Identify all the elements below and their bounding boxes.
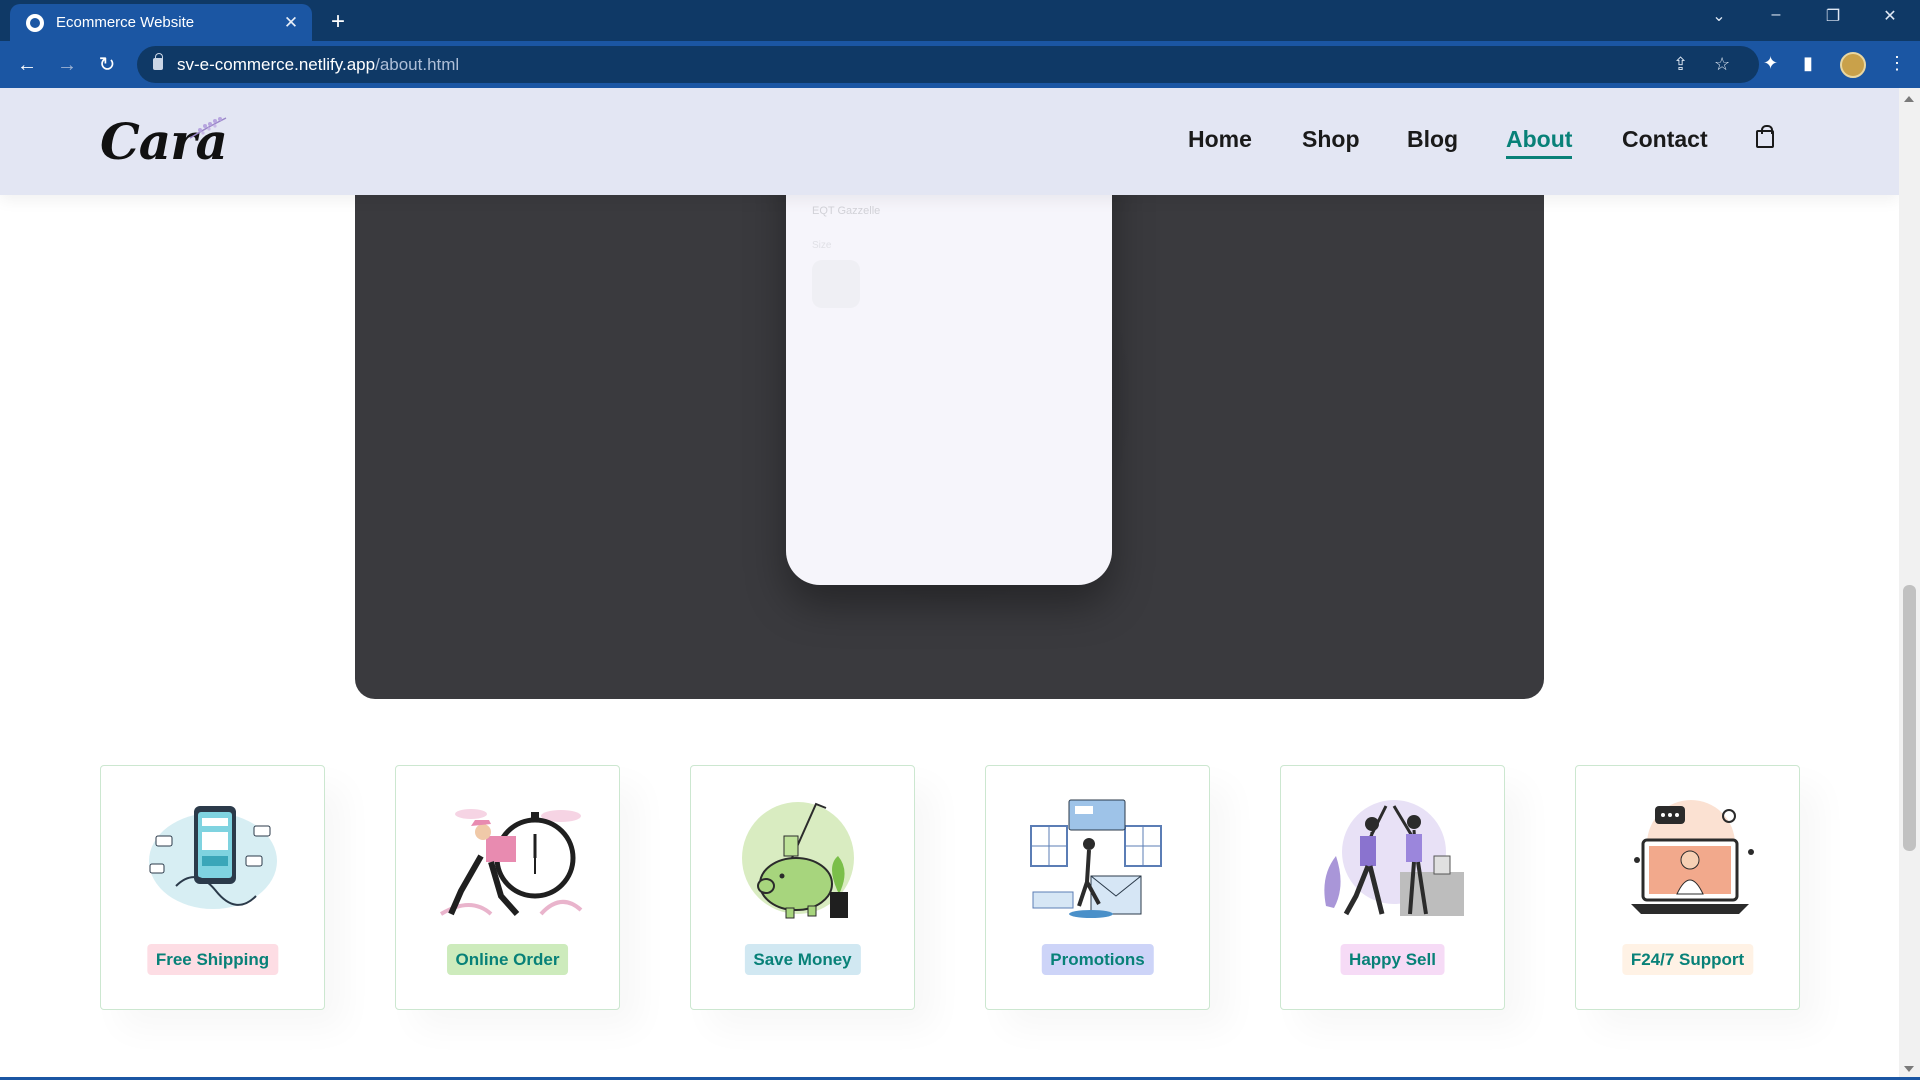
shipping-phone-illustration [149,806,277,909]
address-bar[interactable]: sv-e-commerce.netlify.app/about.html ⇪ ☆ [137,46,1759,83]
forward-button[interactable]: → [53,51,81,79]
scroll-down-arrow-icon[interactable] [1904,1066,1914,1072]
feature-label: Online Order [446,944,569,975]
close-tab-icon[interactable]: ✕ [278,13,304,33]
minimize-button[interactable]: – [1756,6,1796,24]
nav-contact[interactable]: Contact [1622,126,1708,153]
feature-label: Save Money [744,944,861,975]
restore-button[interactable]: ❐ [1813,6,1853,26]
reload-button[interactable]: ↻ [93,51,121,79]
tab-title: Ecommerce Website [56,14,195,31]
address-toolbar: ← → ↻ sv-e-commerce.netlify.app/about.ht… [0,41,1920,88]
new-tab-button[interactable]: + [326,8,350,36]
url-text: sv-e-commerce.netlify.app/about.html [177,55,460,74]
features-section: Free Shipping Online Order Save Money Pr… [0,765,1899,1011]
nav-home[interactable]: Home [1188,126,1252,153]
piggy-bank-illustration [742,802,854,919]
feature-label: Promotions [1041,944,1154,975]
bookmark-star-icon[interactable]: ☆ [1714,54,1730,75]
feature-label: Free Shipping [146,944,279,975]
phone-mockup: Adidas EQT Gazzelle Size [782,128,1116,585]
feature-box[interactable]: Happy Sell [1280,765,1505,1010]
close-window-button[interactable]: ✕ [1870,6,1910,26]
happy-sell-illustration [1324,800,1464,916]
shopping-bag-icon[interactable] [1756,125,1774,148]
tab-search-icon[interactable]: ⌄ [1699,6,1739,26]
support-laptop-illustration [1631,800,1754,914]
size-label: Size [812,240,832,251]
page-scrollbar[interactable] [1899,88,1920,1080]
promotions-illustration [1030,799,1162,918]
feature-box[interactable]: Online Order [395,765,620,1010]
active-nav-underline [1506,156,1572,159]
browser-tab[interactable]: Ecommerce Website ✕ [10,4,312,41]
nav-about[interactable]: About [1506,126,1572,153]
lavender-sprig-icon [189,117,227,139]
feature-box[interactable]: F24/7 Support [1575,765,1800,1010]
feature-box[interactable]: Save Money [690,765,915,1010]
feature-label: Happy Sell [1340,944,1445,975]
nav-blog[interactable]: Blog [1407,126,1458,153]
menu-kebab-icon[interactable]: ⋮ [1888,53,1906,74]
size-chip [812,260,860,308]
site-header: Cara Home Shop Blog About Contact [0,88,1899,195]
online-order-illustration [439,809,583,916]
globe-icon [26,13,44,32]
share-icon[interactable]: ⇪ [1673,54,1688,75]
feature-label: F24/7 Support [1621,944,1754,975]
lock-icon [153,53,163,70]
web-page: Cara Home Shop Blog About Contact Adidas… [0,88,1899,1080]
profile-avatar[interactable] [1840,52,1866,78]
browser-tab-bar: Ecommerce Website ✕ + ⌄ – ❐ ✕ [0,0,1920,41]
feature-box[interactable]: Free Shipping [100,765,325,1010]
scroll-up-arrow-icon[interactable] [1904,96,1914,102]
about-video[interactable]: Adidas EQT Gazzelle Size [355,128,1544,699]
scrollbar-thumb[interactable] [1903,585,1916,851]
side-panel-icon[interactable]: ▮ [1803,53,1813,74]
nav-shop[interactable]: Shop [1302,126,1360,153]
back-button[interactable]: ← [13,51,41,79]
product-model: EQT Gazzelle [812,205,881,217]
feature-box[interactable]: Promotions [985,765,1210,1010]
extensions-icon[interactable]: ✦ [1763,53,1778,74]
